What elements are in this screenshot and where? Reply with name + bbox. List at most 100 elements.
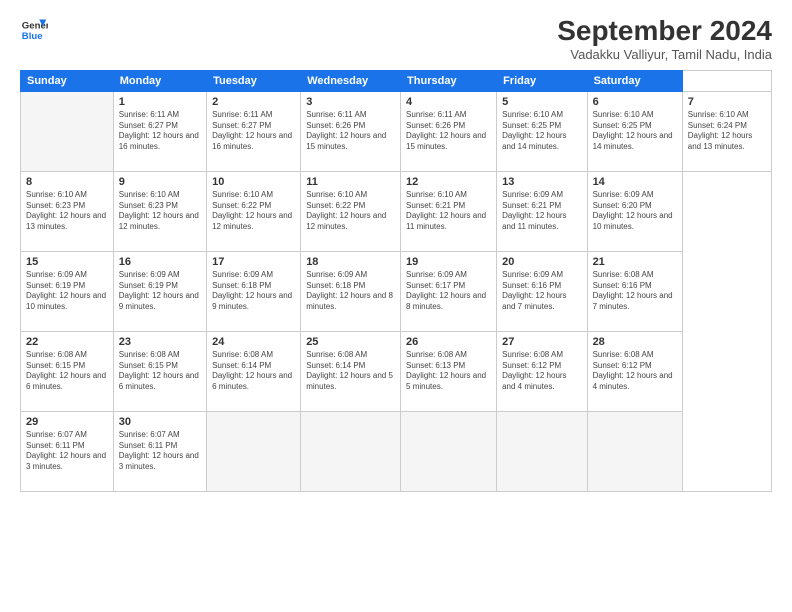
header-friday: Friday [497,70,587,91]
calendar-week-row: 29 Sunrise: 6:07 AMSunset: 6:11 PMDayligh… [21,411,772,491]
day-info: Sunrise: 6:10 AMSunset: 6:25 PMDaylight:… [502,110,581,153]
header-saturday: Saturday [587,70,682,91]
day-info: Sunrise: 6:08 AMSunset: 6:13 PMDaylight:… [406,350,491,393]
day-info: Sunrise: 6:08 AMSunset: 6:16 PMDaylight:… [593,270,677,313]
table-row: 1Sunrise: 6:11 AMSunset: 6:27 PMDaylight… [113,91,206,171]
day-number: 15 [26,256,108,268]
day-number: 29 [26,416,108,428]
table-row [497,411,587,491]
table-row: 19Sunrise: 6:09 AMSunset: 6:17 PMDayligh… [401,251,497,331]
day-number: 14 [593,176,677,188]
day-number: 11 [306,176,395,188]
table-row: 10 Sunrise: 6:10 AMSunset: 6:22 PMDayligh… [207,171,301,251]
table-row: 22 Sunrise: 6:08 AMSunset: 6:15 PMDayligh… [21,331,114,411]
table-row: 28 Sunrise: 6:08 AMSunset: 6:12 PMDayligh… [587,331,682,411]
calendar-week-row: 8Sunrise: 6:10 AMSunset: 6:23 PMDaylight… [21,171,772,251]
day-info: Sunrise: 6:08 AMSunset: 6:12 PMDaylight:… [502,350,581,393]
table-row: 16Sunrise: 6:09 AMSunset: 6:19 PMDayligh… [113,251,206,331]
day-info: Sunrise: 6:11 AMSunset: 6:27 PMDaylight:… [212,110,295,153]
table-row: 14 Sunrise: 6:09 AMSunset: 6:20 PMDayligh… [587,171,682,251]
table-row: 13 Sunrise: 6:09 AMSunset: 6:21 PMDayligh… [497,171,587,251]
day-info: Sunrise: 6:08 AMSunset: 6:12 PMDaylight:… [593,350,677,393]
calendar-week-row: 1 Sunrise: 6:11 AMSunset: 6:27 PMDaylight… [21,91,772,171]
day-number: 6 [593,96,677,108]
day-info: Sunrise: 6:09 AMSunset: 6:19 PMDaylight:… [26,270,108,313]
day-info: Sunrise: 6:11 AMSunset: 6:26 PMDaylight:… [406,110,491,153]
day-info: Sunrise: 6:08 AMSunset: 6:14 PMDaylight:… [306,350,395,393]
title-section: September 2024 Vadakku Valliyur, Tamil N… [557,16,772,62]
table-row: 24 Sunrise: 6:08 AMSunset: 6:14 PMDayligh… [207,331,301,411]
day-number: 16 [119,256,201,268]
empty-cell [21,91,114,171]
day-number: 21 [593,256,677,268]
table-row [401,411,497,491]
page: General Blue September 2024 Vadakku Vall… [0,0,792,612]
day-info: Sunrise: 6:08 AMSunset: 6:14 PMDaylight:… [212,350,295,393]
header: General Blue September 2024 Vadakku Vall… [20,16,772,62]
day-number: 22 [26,336,108,348]
day-number: 24 [212,336,295,348]
svg-text:Blue: Blue [22,31,43,42]
day-number: 4 [406,96,491,108]
header-monday: Monday [113,70,206,91]
day-info: Sunrise: 6:10 AMSunset: 6:21 PMDaylight:… [406,190,491,233]
table-row: 18 Sunrise: 6:09 AMSunset: 6:18 PMDayligh… [301,251,401,331]
day-info: Sunrise: 6:09 AMSunset: 6:17 PMDaylight:… [406,270,491,313]
day-number: 30 [119,416,201,428]
day-info: Sunrise: 6:07 AMSunset: 6:11 PMDaylight:… [119,430,201,473]
day-info: Sunrise: 6:08 AMSunset: 6:15 PMDaylight:… [119,350,201,393]
location-subtitle: Vadakku Valliyur, Tamil Nadu, India [557,47,772,62]
table-row: 23 Sunrise: 6:08 AMSunset: 6:15 PMDayligh… [113,331,206,411]
table-row: 7 Sunrise: 6:10 AMSunset: 6:24 PMDaylight… [682,91,771,171]
table-row: 29 Sunrise: 6:07 AMSunset: 6:11 PMDayligh… [21,411,114,491]
day-info: Sunrise: 6:09 AMSunset: 6:18 PMDaylight:… [306,270,395,313]
header-wednesday: Wednesday [301,70,401,91]
table-row: 4 Sunrise: 6:11 AMSunset: 6:26 PMDaylight… [401,91,497,171]
day-number: 27 [502,336,581,348]
day-number: 20 [502,256,581,268]
day-number: 3 [306,96,395,108]
table-row: 30 Sunrise: 6:07 AMSunset: 6:11 PMDayligh… [113,411,206,491]
table-row: 25Sunrise: 6:08 AMSunset: 6:14 PMDayligh… [301,331,401,411]
day-info: Sunrise: 6:10 AMSunset: 6:24 PMDaylight:… [688,110,766,153]
table-row: 26 Sunrise: 6:08 AMSunset: 6:13 PMDayligh… [401,331,497,411]
day-number: 28 [593,336,677,348]
table-row: 5Sunrise: 6:10 AMSunset: 6:25 PMDaylight… [497,91,587,171]
calendar-week-row: 22 Sunrise: 6:08 AMSunset: 6:15 PMDayligh… [21,331,772,411]
day-info: Sunrise: 6:08 AMSunset: 6:15 PMDaylight:… [26,350,108,393]
day-number: 2 [212,96,295,108]
month-title: September 2024 [557,16,772,47]
day-number: 10 [212,176,295,188]
logo: General Blue [20,16,48,44]
day-info: Sunrise: 6:10 AMSunset: 6:23 PMDaylight:… [119,190,201,233]
day-info: Sunrise: 6:10 AMSunset: 6:23 PMDaylight:… [26,190,108,233]
day-number: 13 [502,176,581,188]
day-info: Sunrise: 6:10 AMSunset: 6:22 PMDaylight:… [212,190,295,233]
table-row: 20 Sunrise: 6:09 AMSunset: 6:16 PMDayligh… [497,251,587,331]
calendar-week-row: 15 Sunrise: 6:09 AMSunset: 6:19 PMDayligh… [21,251,772,331]
table-row: 15 Sunrise: 6:09 AMSunset: 6:19 PMDayligh… [21,251,114,331]
day-number: 18 [306,256,395,268]
day-info: Sunrise: 6:09 AMSunset: 6:16 PMDaylight:… [502,270,581,313]
table-row [587,411,682,491]
day-info: Sunrise: 6:11 AMSunset: 6:26 PMDaylight:… [306,110,395,153]
day-info: Sunrise: 6:07 AMSunset: 6:11 PMDaylight:… [26,430,108,473]
table-row: 9Sunrise: 6:10 AMSunset: 6:23 PMDaylight… [113,171,206,251]
day-number: 23 [119,336,201,348]
day-number: 26 [406,336,491,348]
table-row [301,411,401,491]
table-row [207,411,301,491]
day-info: Sunrise: 6:09 AMSunset: 6:21 PMDaylight:… [502,190,581,233]
header-sunday: Sunday [21,70,114,91]
day-number: 1 [119,96,201,108]
day-number: 17 [212,256,295,268]
table-row: 27 Sunrise: 6:08 AMSunset: 6:12 PMDayligh… [497,331,587,411]
table-row: 2 Sunrise: 6:11 AMSunset: 6:27 PMDaylight… [207,91,301,171]
day-info: Sunrise: 6:09 AMSunset: 6:18 PMDaylight:… [212,270,295,313]
header-tuesday: Tuesday [207,70,301,91]
day-info: Sunrise: 6:09 AMSunset: 6:20 PMDaylight:… [593,190,677,233]
table-row: 21 Sunrise: 6:08 AMSunset: 6:16 PMDayligh… [587,251,682,331]
table-row: 3 Sunrise: 6:11 AMSunset: 6:26 PMDaylight… [301,91,401,171]
header-thursday: Thursday [401,70,497,91]
day-number: 7 [688,96,766,108]
